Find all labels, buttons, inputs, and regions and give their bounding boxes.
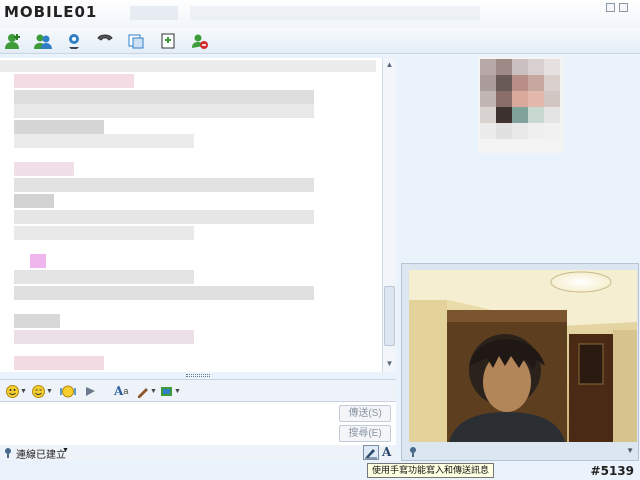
format-toolbar: ▼ ▼ Aa ▼ ▼ <box>0 379 396 401</box>
close-button[interactable] <box>619 3 628 12</box>
search-button[interactable]: 搜尋(E) <box>339 425 391 442</box>
send-files-icon[interactable] <box>33 31 53 51</box>
pixelated-text <box>14 226 194 240</box>
pane-splitter[interactable] <box>186 374 210 377</box>
pixelated-text <box>14 74 134 88</box>
pixelated-text <box>14 330 194 344</box>
tooltip: 使用手寫功能寫入和傳送訊息 <box>367 463 495 478</box>
video-call-icon[interactable] <box>64 31 84 51</box>
emoticon-icon[interactable]: ▼ <box>6 383 27 399</box>
nudge-icon[interactable] <box>84 383 97 399</box>
pixelated-text <box>14 90 314 104</box>
scroll-down-icon[interactable]: ▼ <box>385 359 394 368</box>
pixelated-text <box>14 314 60 328</box>
more-icon[interactable]: ▼ <box>160 383 181 399</box>
games-icon[interactable] <box>158 31 178 51</box>
avatar <box>478 57 564 153</box>
handwriting-button[interactable] <box>363 445 379 460</box>
scroll-thumb[interactable] <box>384 286 395 346</box>
pixelated-text <box>14 104 314 118</box>
pixelated-text <box>14 134 194 148</box>
connection-icon <box>5 448 11 458</box>
webcam-icon[interactable] <box>408 446 418 457</box>
pixelated-text <box>14 178 314 192</box>
status-bar: 連線已建立 ▼ A <box>0 445 396 461</box>
pixelated-text <box>30 254 46 268</box>
chat-scrollbar[interactable]: ▲ ▼ <box>382 58 396 372</box>
webcam-controls: ▼ <box>406 445 636 459</box>
webcam-options-icon[interactable]: ▼ <box>626 446 634 455</box>
pixelated-text <box>14 120 104 134</box>
toolbar <box>0 28 640 54</box>
block-icon[interactable] <box>190 31 210 51</box>
restore-button[interactable] <box>606 3 615 12</box>
call-icon[interactable] <box>95 31 115 51</box>
type-mode-icon[interactable]: A <box>382 445 391 459</box>
title-blur <box>130 6 178 20</box>
watermark-logo: MOBILE01 <box>4 3 98 21</box>
pixelated-text <box>0 60 376 72</box>
chat-history <box>0 58 396 372</box>
webcam-panel: ▼ <box>401 263 639 461</box>
pixelated-text <box>14 270 194 284</box>
webcam-video[interactable] <box>409 270 637 442</box>
watermark-tag: #5139 <box>590 464 634 478</box>
activities-icon[interactable] <box>126 31 146 51</box>
title-blur <box>190 6 480 20</box>
voice-clip-icon[interactable] <box>60 383 76 399</box>
wink-icon[interactable]: ▼ <box>32 383 53 399</box>
scroll-up-icon[interactable]: ▲ <box>385 60 394 69</box>
pixelated-text <box>14 162 74 176</box>
pixelated-text <box>14 356 104 370</box>
status-dropdown-icon[interactable]: ▼ <box>62 447 69 454</box>
status-text: 連線已建立 <box>16 450 66 461</box>
message-input[interactable]: 傳送(S) 搜尋(E) <box>0 401 396 445</box>
pixelated-text <box>14 194 54 208</box>
send-button[interactable]: 傳送(S) <box>339 405 391 422</box>
pixelated-text <box>14 286 314 300</box>
pixelated-text <box>14 210 314 224</box>
font-icon[interactable]: Aa <box>114 383 128 399</box>
pen-icon <box>365 449 377 459</box>
background-icon[interactable]: ▼ <box>136 383 157 399</box>
invite-contact-icon[interactable] <box>3 31 23 51</box>
avatar-image <box>478 57 564 153</box>
title-bar: MOBILE01 <box>0 0 640 28</box>
